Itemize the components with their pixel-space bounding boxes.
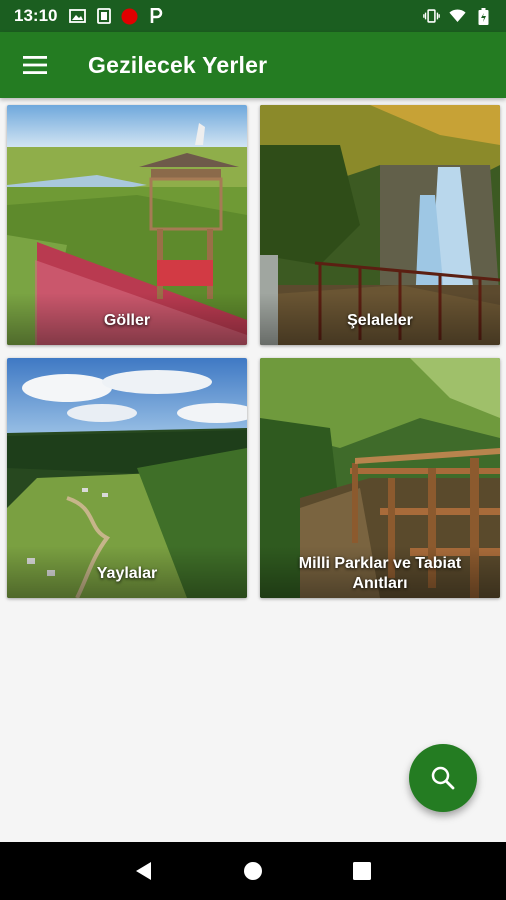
category-label: Göller: [103, 312, 151, 329]
page-title: Gezilecek Yerler: [88, 51, 268, 78]
status-time: 13:10: [14, 6, 58, 25]
record-icon: [121, 8, 138, 24]
sim-icon: [95, 8, 112, 24]
category-card-national-parks[interactable]: Milli Parklar ve Tabiat Anıtları: [260, 358, 500, 598]
parking-icon: [147, 8, 164, 24]
battery-icon: [475, 7, 492, 25]
app-bar: Gezilecek Yerler: [0, 32, 506, 98]
recents-icon: [352, 862, 371, 880]
wifi-icon: [449, 9, 466, 24]
back-button[interactable]: [124, 851, 164, 891]
home-icon: [243, 862, 262, 880]
vibrate-icon: [423, 9, 440, 24]
navigation-bar: [0, 842, 506, 900]
category-card-waterfalls[interactable]: Şelaleler: [260, 105, 500, 345]
category-label: Şelaleler: [347, 312, 413, 329]
category-label-line1: Milli Parklar ve Tabiat: [298, 555, 462, 572]
search-fab[interactable]: [409, 744, 477, 812]
category-label: Yaylalar: [96, 565, 158, 582]
menu-button[interactable]: [0, 32, 70, 98]
search-icon: [431, 766, 455, 790]
status-bar: 13:10: [0, 0, 506, 32]
category-card-highlands[interactable]: Yaylalar: [7, 358, 247, 598]
category-label-line2: Anıtları: [352, 575, 408, 592]
home-button[interactable]: [233, 851, 273, 891]
category-card-lakes[interactable]: Göller: [7, 105, 247, 345]
image-icon: [69, 9, 87, 24]
back-icon: [136, 862, 152, 880]
recents-button[interactable]: [342, 851, 382, 891]
hamburger-menu-icon: [23, 56, 47, 74]
